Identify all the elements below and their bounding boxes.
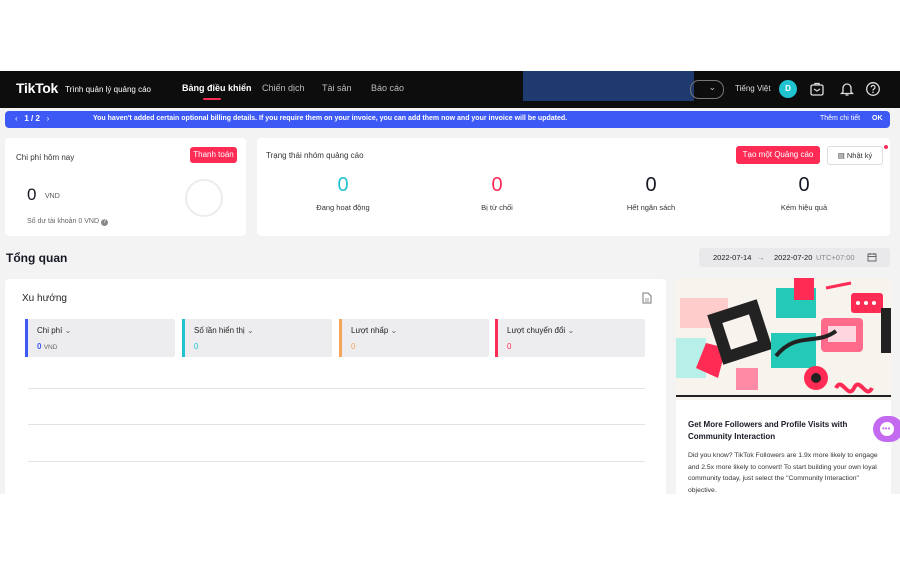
- metric-cost-label: Chi phí ⌄: [37, 326, 71, 335]
- status-underperforming-label: Kém hiệu quả: [780, 203, 828, 212]
- spend-currency: VND: [45, 193, 60, 200]
- promo-title: Get More Followers and Profile Visits wi…: [688, 420, 848, 441]
- banner-message: You haven't added certain optional billi…: [93, 115, 568, 122]
- date-separator: →: [757, 253, 765, 262]
- metric-clicks-value: 0: [351, 342, 356, 351]
- calendar-icon[interactable]: [867, 252, 877, 262]
- metric-impressions[interactable]: Số lần hiển thị ⌄ 0: [182, 319, 332, 357]
- status-active-count: 0: [337, 174, 349, 196]
- bell-icon[interactable]: [839, 81, 855, 97]
- add-details-link[interactable]: Thêm chi tiết: [820, 115, 860, 122]
- avatar[interactable]: D: [779, 80, 797, 98]
- chevron-down-icon: ⌄: [64, 326, 72, 335]
- balance-text: Số dư tài khoản 0 VND: [27, 218, 100, 225]
- metric-cost-number: 0: [37, 342, 42, 351]
- metric-impressions-label-text: Số lần hiển thị: [194, 326, 245, 335]
- promo-body: Did you know? TikTok Followers are 1.9x …: [688, 452, 878, 494]
- metric-impressions-label: Số lần hiển thị ⌄: [194, 326, 254, 335]
- status-budget-label: Hết ngân sách: [626, 203, 676, 212]
- promo-illustration: [676, 278, 891, 400]
- date-end: 2022-07-20: [774, 253, 813, 262]
- banner-pager[interactable]: ‹ 1 / 2 ›: [15, 114, 49, 123]
- metric-impressions-value: 0: [194, 342, 199, 351]
- chevron-down-icon: ⌄: [708, 82, 716, 92]
- date-range-picker[interactable]: 2022-07-14 → 2022-07-20 UTC+07:00: [699, 248, 890, 267]
- account-selector-mask[interactable]: [523, 71, 694, 101]
- date-start: 2022-07-14: [713, 253, 752, 262]
- account-balance: Số dư tài khoản 0 VND ?: [27, 218, 108, 226]
- info-icon[interactable]: ?: [100, 219, 108, 226]
- nav-campaigns[interactable]: Chiến dịch: [262, 83, 305, 93]
- log-button-label: Nhật ký: [846, 151, 873, 160]
- metric-impressions-bar: [182, 319, 185, 357]
- spend-title: Chi phí hôm nay: [16, 153, 75, 162]
- metric-clicks-bar: [339, 319, 342, 357]
- metric-cost-label-text: Chi phí: [37, 326, 63, 335]
- chevron-down-icon: ⌄: [390, 326, 398, 335]
- status-underperforming[interactable]: 0 Kém hiệu quả: [744, 174, 864, 212]
- status-active-label: Đang hoạt động: [316, 203, 370, 212]
- document-icon: ▤: [837, 151, 845, 160]
- log-button[interactable]: ▤ Nhật ký: [827, 146, 883, 165]
- pay-button[interactable]: Thanh toán: [190, 147, 237, 163]
- top-navigation: TikTok Trình quản lý quảng cáo Bảng điều…: [0, 71, 900, 108]
- chart-gridline: [28, 461, 645, 462]
- spend-card: Chi phí hôm nay Thanh toán 0 VND Số dư t…: [5, 138, 246, 236]
- nav-assets[interactable]: Tài sản: [322, 83, 352, 93]
- account-dropdown[interactable]: ⌄: [690, 80, 724, 99]
- metric-clicks-label-text: Lượt nhấp: [351, 326, 389, 335]
- trend-title: Xu hướng: [22, 293, 67, 304]
- nav-dashboard[interactable]: Bảng điều khiển: [182, 83, 252, 93]
- adgroup-status-card: Trạng thái nhóm quảng cáo Tạo một Quảng …: [257, 138, 890, 236]
- metric-cost-unit: VND: [43, 344, 58, 351]
- metric-conversions-label-text: Lượt chuyển đổi: [507, 326, 566, 335]
- metric-cost-value: 0 VND: [37, 342, 57, 351]
- chat-icon: •••: [880, 422, 894, 436]
- promo-card[interactable]: Get More Followers and Profile Visits wi…: [676, 278, 891, 494]
- metric-clicks[interactable]: Lượt nhấp ⌄ 0: [339, 319, 489, 357]
- metric-cost[interactable]: Chi phí ⌄ 0 VND: [25, 319, 175, 357]
- export-icon[interactable]: [642, 292, 652, 304]
- notification-dot: [884, 145, 888, 149]
- metric-clicks-label: Lượt nhấp ⌄: [351, 326, 397, 335]
- status-rejected-count: 0: [491, 174, 503, 196]
- chart-gridline: [28, 424, 645, 425]
- status-active[interactable]: 0 Đang hoạt động: [283, 174, 403, 212]
- nav-reports[interactable]: Báo cáo: [371, 83, 404, 93]
- status-rejected-label: Bị từ chối: [481, 203, 513, 212]
- help-icon[interactable]: [865, 81, 881, 97]
- status-budget-count: 0: [645, 174, 657, 196]
- app-frame: TikTok Trình quản lý quảng cáo Bảng điều…: [0, 71, 900, 494]
- tiktok-logo[interactable]: TikTok: [16, 80, 58, 96]
- status-rejected[interactable]: 0 Bị từ chối: [437, 174, 557, 212]
- active-nav-indicator: [203, 98, 221, 100]
- banner-ok-button[interactable]: OK: [872, 115, 883, 122]
- metric-conversions-bar: [495, 319, 498, 357]
- chart-gridline: [28, 388, 645, 389]
- spend-amount: 0: [27, 185, 37, 204]
- status-out-of-budget[interactable]: 0 Hết ngân sách: [591, 174, 711, 212]
- metric-conversions-label: Lượt chuyển đổi ⌄: [507, 326, 574, 335]
- spend-ring-chart: [185, 179, 223, 217]
- metric-conversions-value: 0: [507, 342, 512, 351]
- chevron-down-icon: ⌄: [246, 326, 254, 335]
- chat-support-button[interactable]: •••: [873, 416, 900, 442]
- banner-page-indicator: 1 / 2: [24, 114, 40, 123]
- metric-cost-bar: [25, 319, 28, 357]
- language-selector[interactable]: Tiếng Việt: [735, 84, 771, 93]
- status-underperforming-count: 0: [798, 174, 810, 196]
- chevron-down-icon: ⌄: [567, 326, 575, 335]
- adgroup-status-title: Trạng thái nhóm quảng cáo: [266, 151, 364, 160]
- timezone: UTC+07:00: [816, 253, 855, 262]
- create-ad-button[interactable]: Tạo một Quảng cáo: [736, 146, 820, 164]
- product-name: Trình quản lý quảng cáo: [65, 85, 151, 94]
- billing-banner: ‹ 1 / 2 › You haven't added certain opti…: [5, 111, 890, 128]
- overview-title: Tổng quan: [6, 251, 68, 265]
- metric-conversions[interactable]: Lượt chuyển đổi ⌄ 0: [495, 319, 645, 357]
- briefcase-icon[interactable]: [809, 81, 825, 97]
